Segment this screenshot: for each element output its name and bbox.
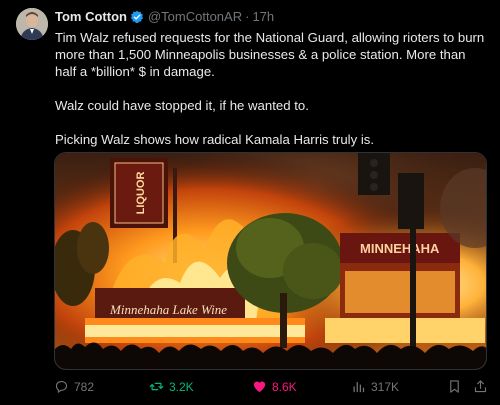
fire-scene-image: LIQUOR Minnehaha Lake Wine MINNEHAHA bbox=[55, 153, 486, 369]
post-paragraph: Tim Walz refused requests for the Nation… bbox=[55, 30, 485, 79]
views-button[interactable]: 317K bbox=[351, 379, 399, 394]
store-sign-text: Minnehaha Lake Wine bbox=[109, 302, 227, 317]
post-image[interactable]: LIQUOR Minnehaha Lake Wine MINNEHAHA bbox=[54, 152, 487, 370]
author-handle[interactable]: @TomCottonAR bbox=[148, 9, 242, 24]
repost-icon bbox=[149, 382, 164, 391]
view-count: 317K bbox=[371, 379, 400, 394]
bookmark-icon bbox=[450, 380, 459, 393]
post-paragraph: Picking Walz shows how radical Kamala Ha… bbox=[55, 132, 375, 147]
repost-button[interactable]: 3.2K bbox=[149, 379, 194, 394]
views-chart-icon bbox=[353, 382, 365, 393]
reply-button[interactable]: 782 bbox=[54, 379, 94, 394]
author-name[interactable]: Tom Cotton bbox=[55, 9, 127, 24]
reply-count: 782 bbox=[74, 379, 95, 394]
reply-icon bbox=[55, 380, 68, 393]
post-time[interactable]: 17h bbox=[252, 9, 274, 24]
tweet-header: Tom Cotton @TomCottonAR · 17h bbox=[55, 9, 274, 24]
share-icon bbox=[474, 380, 487, 393]
share-button[interactable] bbox=[473, 379, 488, 394]
heart-icon bbox=[253, 381, 266, 393]
minnehaha-sign-text: MINNEHAHA bbox=[360, 241, 440, 256]
liquor-sign-text: LIQUOR bbox=[135, 172, 147, 215]
tweet[interactable]: Tom Cotton @TomCottonAR · 17h Tim Walz r… bbox=[0, 0, 500, 405]
verified-badge-icon bbox=[130, 10, 144, 24]
like-count: 8.6K bbox=[272, 379, 297, 394]
action-bar: 782 3.2K 8.6K 317K bbox=[54, 379, 490, 397]
bookmark-button[interactable] bbox=[447, 379, 462, 394]
post-text: Tim Walz refused requests for the Nation… bbox=[55, 29, 485, 148]
separator-dot: · bbox=[245, 9, 250, 24]
repost-count: 3.2K bbox=[169, 379, 194, 394]
like-button[interactable]: 8.6K bbox=[252, 379, 297, 394]
post-paragraph: Walz could have stopped it, if he wanted… bbox=[55, 98, 309, 113]
avatar[interactable] bbox=[16, 8, 48, 40]
